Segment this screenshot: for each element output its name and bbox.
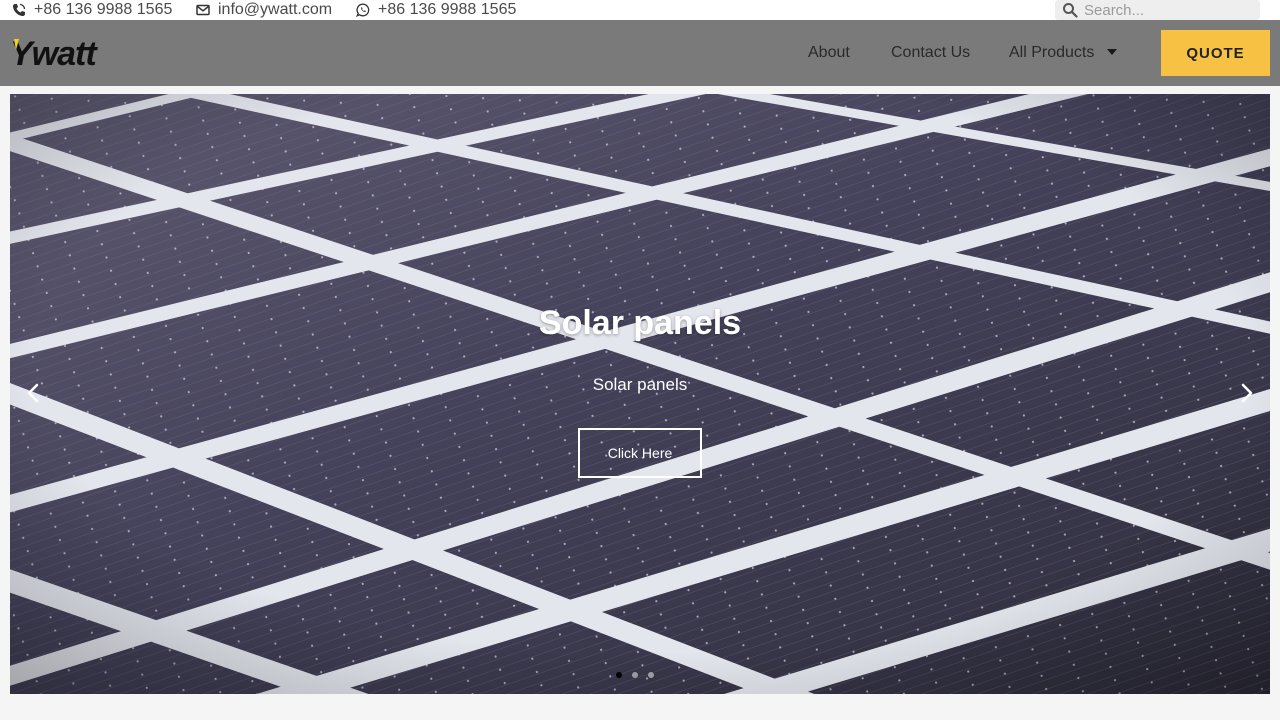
contact-whatsapp[interactable]: +86 136 9988 1565 — [356, 0, 516, 20]
whatsapp-text: +86 136 9988 1565 — [378, 1, 517, 18]
nav-all-products[interactable]: All Products — [1009, 20, 1094, 86]
nav-about[interactable]: About — [808, 20, 850, 86]
chevron-right-icon[interactable] — [1234, 381, 1258, 405]
quote-button[interactable]: QUOTE — [1161, 30, 1270, 76]
svg-text:Ywatt: Ywatt — [10, 35, 98, 72]
hero-title: Solar panels — [538, 304, 742, 342]
contact-phone[interactable]: +86 136 9988 1565 — [12, 0, 172, 20]
search-input[interactable] — [1084, 1, 1254, 19]
hero-subtitle: Solar panels — [592, 375, 688, 394]
chevron-left-icon[interactable] — [22, 381, 46, 405]
slider-dot-3[interactable] — [648, 672, 654, 678]
email-icon — [196, 3, 210, 17]
slider-dot-2[interactable] — [632, 672, 638, 678]
click-here-button[interactable]: Click Here — [578, 428, 702, 478]
nav-contact-us[interactable]: Contact Us — [891, 20, 970, 86]
slider-pagination — [616, 672, 654, 678]
slider-dot-1[interactable] — [616, 672, 622, 678]
search-box[interactable] — [1055, 0, 1260, 20]
email-text: info@ywatt.com — [218, 1, 333, 18]
hero-slider: Solar panels Solar panels Click Here — [10, 94, 1270, 694]
whatsapp-icon — [356, 3, 370, 17]
phone-text: +86 136 9988 1565 — [34, 1, 173, 18]
top-bar: +86 136 9988 1565 info@ywatt.com +86 136… — [0, 0, 1280, 20]
contact-email[interactable]: info@ywatt.com — [196, 0, 332, 20]
chevron-down-icon[interactable] — [1107, 49, 1117, 55]
site-header: Ywatt About Contact Us All Products QUOT… — [0, 20, 1280, 86]
search-icon[interactable] — [1062, 2, 1078, 18]
ywatt-logo[interactable]: Ywatt — [10, 34, 106, 72]
phone-icon — [12, 3, 26, 17]
